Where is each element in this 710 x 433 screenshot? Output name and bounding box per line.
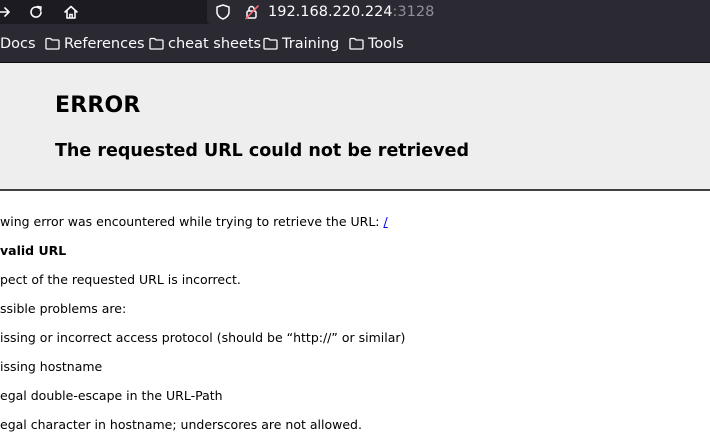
shield-icon[interactable]: [216, 4, 230, 20]
url-port: :3128: [392, 4, 435, 20]
forward-button[interactable]: [0, 0, 14, 24]
problem-item: issing or incorrect access protocol (sho…: [0, 330, 406, 345]
bookmark-label: cheat sheets: [168, 35, 262, 52]
problem-item: egal double-escape in the URL-Path: [0, 388, 223, 403]
bookmark-label: Docs: [0, 35, 36, 52]
arrow-right-icon: [0, 7, 10, 17]
bookmark-label: Tools: [368, 35, 404, 52]
bookmark-cheat-sheets[interactable]: cheat sheets: [149, 24, 261, 63]
folder-icon: [149, 37, 164, 50]
bookmark-tools[interactable]: Tools: [349, 24, 404, 63]
error-intro: wing error was encountered while trying …: [0, 214, 388, 230]
error-intro-text: wing error was encountered while trying …: [0, 214, 384, 229]
url-text[interactable]: 192.168.220.224:3128: [268, 2, 434, 22]
home-icon: [64, 5, 78, 19]
url-host: 192.168.220.224: [268, 4, 393, 20]
bookmark-label: Training: [282, 35, 340, 52]
page-title: ERROR: [55, 93, 141, 118]
bookmark-label: References: [64, 35, 145, 52]
browser-toolbar: 192.168.220.224:3128: [0, 0, 710, 24]
bookmark-docs[interactable]: Docs: [0, 24, 36, 63]
error-header: ERROR The requested URL could not be ret…: [0, 63, 710, 191]
bookmarks-bar: Docs References cheat sheets Training To…: [0, 24, 710, 63]
requested-url-link[interactable]: /: [383, 214, 387, 229]
page-subtitle: The requested URL could not be retrieved: [55, 141, 469, 161]
folder-icon: [45, 37, 60, 50]
error-description: pect of the requested URL is incorrect.: [0, 272, 241, 287]
reload-button[interactable]: [26, 0, 46, 24]
folder-icon: [263, 37, 278, 50]
problem-item: issing hostname: [0, 359, 103, 374]
bookmark-references[interactable]: References: [45, 24, 145, 63]
insecure-lock-icon[interactable]: [244, 4, 260, 20]
folder-icon: [349, 37, 364, 50]
reload-icon: [30, 5, 42, 18]
error-name: valid URL: [0, 243, 67, 258]
url-bar[interactable]: 192.168.220.224:3128: [207, 0, 710, 24]
home-button[interactable]: [61, 0, 81, 24]
problems-heading: ssible problems are:: [0, 301, 127, 316]
bookmark-training[interactable]: Training: [263, 24, 339, 63]
